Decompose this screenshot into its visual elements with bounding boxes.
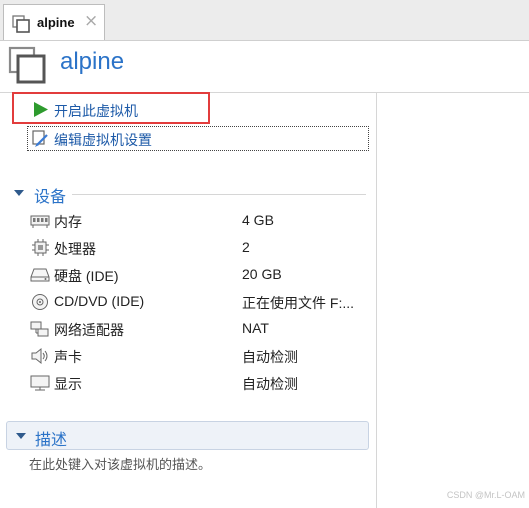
watermark: CSDN @Mr.L-OAM — [446, 490, 525, 500]
collapse-arrow-icon — [14, 190, 24, 196]
device-name: CD/DVD (IDE) — [54, 293, 145, 309]
description-input[interactable]: 在此处键入对该虚拟机的描述。 — [29, 454, 211, 473]
tab-bar: alpine × — [0, 0, 529, 41]
cd-icon — [30, 293, 50, 311]
tab-label: alpine — [37, 15, 75, 30]
tab-alpine[interactable]: alpine × — [3, 4, 105, 40]
device-name: 内存 — [54, 214, 82, 230]
edit-settings-icon — [32, 130, 50, 151]
device-name: 处理器 — [54, 241, 96, 257]
device-row-display[interactable]: 显示 自动检测 — [30, 370, 370, 396]
description-section-header[interactable]: 描述 — [6, 421, 369, 450]
start-vm-label: 开启此虚拟机 — [54, 103, 138, 119]
device-value: NAT — [242, 320, 269, 336]
display-icon — [30, 374, 50, 392]
sound-icon — [30, 347, 50, 365]
page-title: alpine — [60, 48, 125, 75]
device-value: 正在使用文件 F:... — [242, 295, 354, 311]
vm-large-icon — [8, 46, 48, 90]
device-row-sound[interactable]: 声卡 自动检测 — [30, 343, 370, 369]
disk-icon — [30, 266, 50, 284]
devices-rule — [72, 194, 366, 195]
device-value: 自动检测 — [242, 376, 298, 392]
device-row-cddvd[interactable]: CD/DVD (IDE) 正在使用文件 F:... — [30, 289, 370, 315]
description-heading: 描述 — [35, 432, 68, 449]
close-icon[interactable]: × — [84, 12, 98, 30]
device-row-processor[interactable]: 处理器 2 — [30, 235, 370, 261]
devices-section-header[interactable]: 设备 — [14, 183, 366, 206]
device-value: 20 GB — [242, 266, 282, 282]
edit-vm-settings-button[interactable]: 编辑虚拟机设置 — [27, 126, 369, 151]
panel-divider — [376, 93, 377, 508]
device-value: 2 — [242, 239, 250, 255]
play-icon — [34, 102, 48, 120]
device-row-network[interactable]: 网络适配器 NAT — [30, 316, 370, 342]
vm-icon — [12, 15, 30, 37]
device-value: 自动检测 — [242, 349, 298, 365]
memory-icon — [30, 212, 50, 230]
collapse-arrow-icon — [16, 433, 26, 439]
edit-vm-settings-label: 编辑虚拟机设置 — [54, 132, 152, 148]
device-name: 网络适配器 — [54, 322, 124, 338]
device-name: 声卡 — [54, 349, 82, 365]
device-row-harddisk[interactable]: 硬盘 (IDE) 20 GB — [30, 262, 370, 288]
devices-heading: 设备 — [34, 189, 67, 206]
device-value: 4 GB — [242, 212, 274, 228]
cpu-icon — [30, 239, 50, 257]
network-icon — [30, 320, 50, 338]
start-vm-button[interactable]: 开启此虚拟机 — [12, 92, 210, 124]
device-name: 硬盘 (IDE) — [54, 268, 119, 284]
device-row-memory[interactable]: 内存 4 GB — [30, 208, 370, 234]
device-name: 显示 — [54, 376, 82, 392]
